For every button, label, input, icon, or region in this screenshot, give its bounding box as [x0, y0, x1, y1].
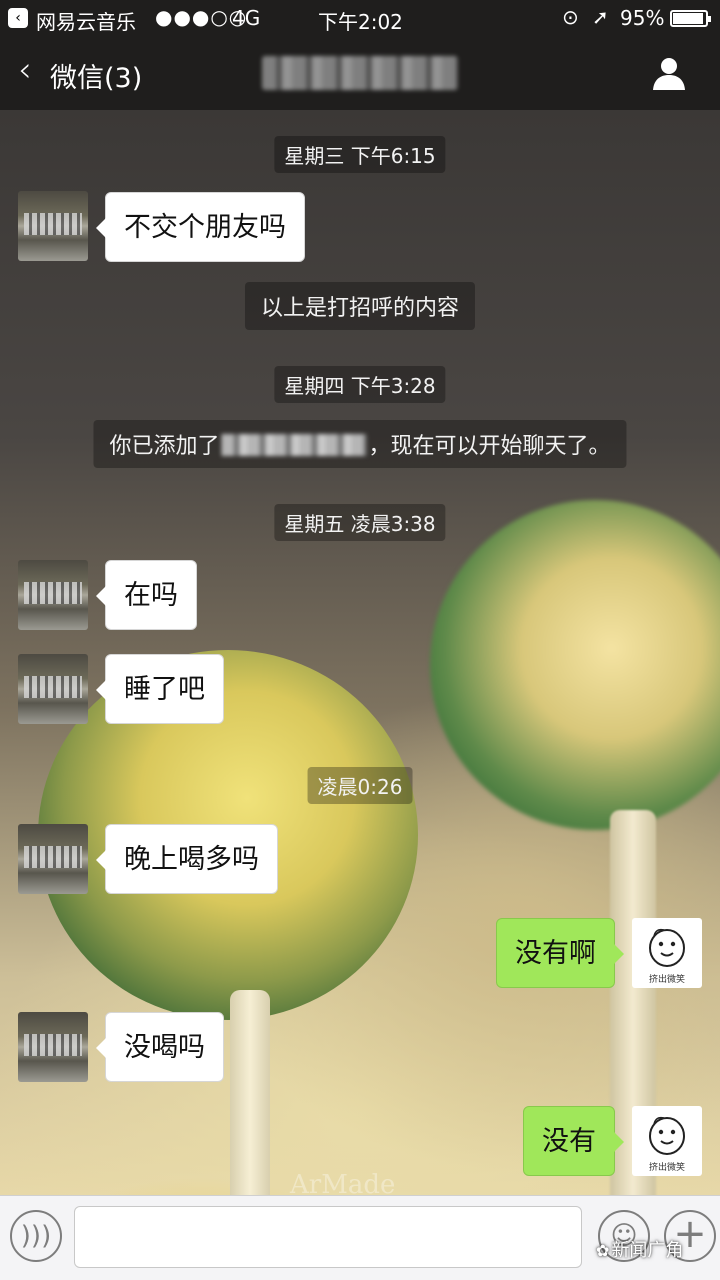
- navigation-bar: ‹ 微信(3): [0, 36, 720, 110]
- avatar-caption: 挤出微笑: [648, 1163, 685, 1173]
- contact-avatar[interactable]: [18, 560, 88, 630]
- system-message-prefix: 你已添加了: [109, 434, 220, 459]
- outgoing-message[interactable]: 没有啊: [496, 918, 624, 988]
- network-type: 4G: [232, 6, 261, 30]
- redacted-name: [221, 434, 367, 456]
- contact-profile-icon[interactable]: [650, 54, 688, 92]
- battery-icon: [670, 10, 711, 27]
- back-to-app-icon[interactable]: ‹: [8, 8, 28, 28]
- smile-face-icon: [649, 1116, 685, 1155]
- avatar-caption: 挤出微笑: [648, 975, 685, 985]
- location-icon: ➚: [592, 5, 609, 29]
- back-button[interactable]: 微信(3): [50, 56, 142, 95]
- my-avatar[interactable]: 挤出微笑: [632, 1106, 702, 1176]
- chat-title-redacted: [262, 56, 458, 90]
- smile-face-icon: [649, 928, 685, 967]
- chevron-left-icon[interactable]: ‹: [18, 50, 32, 90]
- incoming-message[interactable]: 晚上喝多吗: [96, 824, 278, 894]
- message-input[interactable]: [74, 1206, 582, 1268]
- wechat-logo-icon: ✿: [596, 1241, 610, 1260]
- status-time: 下午2:02: [318, 10, 403, 34]
- system-message-friend-added: 你已添加了 ，现在可以开始聊天了。: [93, 420, 627, 468]
- timestamp: 凌晨0:26: [307, 767, 413, 804]
- battery-percentage: 95%: [620, 6, 665, 30]
- watermark-text: 新闻广角: [611, 1240, 684, 1261]
- contact-avatar[interactable]: [18, 654, 88, 724]
- system-message-suffix: ，现在可以开始聊天了。: [368, 434, 611, 459]
- cake-pop-stick-left: [230, 990, 270, 1195]
- rotation-lock-icon: ⊙: [562, 5, 579, 29]
- watermark: ✿ 新闻广角: [596, 1236, 683, 1262]
- my-avatar[interactable]: 挤出微笑: [632, 918, 702, 988]
- outgoing-message[interactable]: 没有: [523, 1106, 624, 1176]
- battery-fill: [673, 13, 704, 24]
- incoming-message[interactable]: 不交个朋友吗: [96, 192, 305, 262]
- back-to-app-label[interactable]: 网易云音乐: [36, 6, 136, 35]
- incoming-message[interactable]: 在吗: [96, 560, 197, 630]
- contact-avatar[interactable]: [18, 824, 88, 894]
- contact-avatar[interactable]: [18, 191, 88, 261]
- contact-avatar[interactable]: [18, 1012, 88, 1082]
- timestamp: 星期五 凌晨3:38: [274, 504, 446, 541]
- incoming-message[interactable]: 睡了吧: [96, 654, 224, 724]
- timestamp: 星期四 下午3:28: [274, 366, 446, 403]
- timestamp: 星期三 下午6:15: [274, 136, 446, 173]
- voice-input-icon[interactable]: ))): [10, 1210, 62, 1262]
- status-bar: ‹ 网易云音乐 ●●●○○ 4G 下午2:02 ⊙ ➚ 95%: [0, 0, 720, 36]
- incoming-message[interactable]: 没喝吗: [96, 1012, 224, 1082]
- cake-pop-right: [430, 500, 720, 830]
- system-message: 以上是打招呼的内容: [244, 282, 476, 330]
- background-watermark: ArMade: [290, 1170, 396, 1195]
